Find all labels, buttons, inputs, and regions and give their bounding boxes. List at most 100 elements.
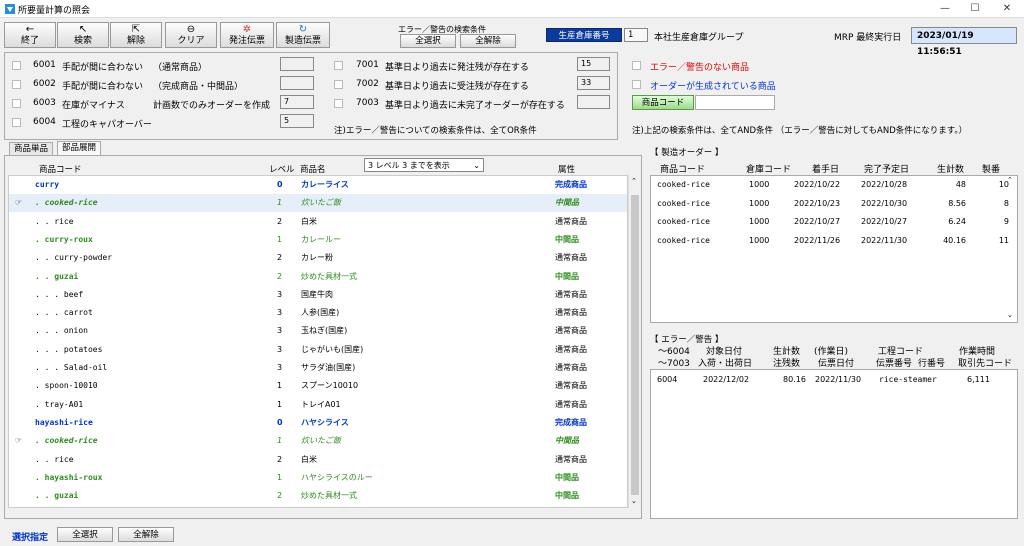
manufacturing-slip-button[interactable]: ↻ 製造伝票 xyxy=(276,22,330,48)
condition-6003-note: 計画数でのみオーダーを作成 xyxy=(153,101,271,111)
warehouse-number[interactable]: 1 xyxy=(624,28,648,42)
tree-row[interactable]: . tray-A01 1 トレイA01 通常商品 xyxy=(9,396,627,414)
tree-row-name: 炊いたご飯 xyxy=(301,198,341,208)
tree-scroll-thumb[interactable] xyxy=(631,195,639,495)
error-cell: 80.16 xyxy=(783,375,806,384)
err-h2-0: ～7003 xyxy=(658,359,690,369)
mfg-header-code: 商品コード xyxy=(660,165,706,175)
tree-row-name: 国産牛肉 xyxy=(301,289,333,299)
condition-6003-text: 在庫がマイナス xyxy=(62,101,125,111)
release-icon: ⇱ xyxy=(131,24,141,35)
refresh-icon: ↻ xyxy=(298,24,308,35)
tree-row[interactable]: . . rice 2 白米 通常商品 xyxy=(9,451,627,469)
condition-7003-checkbox[interactable] xyxy=(334,99,343,108)
tree-row-level: 3 xyxy=(277,289,283,299)
purchase-icon: ✲ xyxy=(242,24,252,35)
title-bar: 所要量計算の照会 — ☐ ✕ xyxy=(0,0,1024,18)
tree-row[interactable]: . . . onion 3 玉ねぎ(国産) 通常商品 xyxy=(9,322,627,340)
tree-row[interactable]: curry 0 カレーライス 完成商品 xyxy=(9,176,627,194)
col-header-code: 商品コード xyxy=(39,165,82,175)
condition-7003-text: 基準日より過去に未完了オーダーが存在する xyxy=(385,101,565,111)
mfg-order-cell: 6.24 xyxy=(948,217,966,226)
condition-7001-checkbox[interactable] xyxy=(334,61,343,70)
scroll-down-icon[interactable]: ⌄ xyxy=(631,497,637,505)
scroll-up-icon[interactable]: ⌃ xyxy=(631,177,637,185)
tree-row[interactable]: . curry-roux 1 カレールー 中間品 xyxy=(9,231,627,249)
tree-row[interactable]: . . guzai 2 炒めた具材一式 中間品 xyxy=(9,487,627,505)
tree-row-attr: 通常商品 xyxy=(555,454,587,464)
tree-row-name: トレイA01 xyxy=(301,399,341,409)
maximize-button[interactable]: ☐ xyxy=(960,2,990,16)
search-button[interactable]: ↖ 検索 xyxy=(57,22,109,48)
mfg-order-cell: 1000 xyxy=(749,217,770,226)
tree-row[interactable]: . spoon-10010 1 スプーン10010 通常商品 xyxy=(9,377,627,395)
error-row[interactable]: 6004 2022/12/02 80.16 2022/11/30 rice-steame… xyxy=(651,371,1017,389)
mfg-order-row[interactable]: cooked-rice 1000 2022/10/27 2022/10/27 6.24 9 xyxy=(651,213,1017,231)
mfg-order-cell: 2022/10/30 xyxy=(861,198,908,208)
tree-row-code: . . . potatoes xyxy=(35,344,103,354)
product-code-input[interactable] xyxy=(695,95,775,110)
tree-row[interactable]: . . . carrot 3 人参(国産) 通常商品 xyxy=(9,304,627,322)
error-cell: 6004 xyxy=(657,375,678,384)
condition-6004-checkbox[interactable] xyxy=(12,118,21,127)
warehouse-name: 本社生産倉庫グループ xyxy=(654,33,744,43)
tree-row[interactable]: . . . Salad-oil 3 サラダ油(国産) 通常商品 xyxy=(9,359,627,377)
minimize-button[interactable]: — xyxy=(930,2,960,16)
tree-row-code: . cooked-rice xyxy=(35,198,98,208)
no-error-checkbox[interactable] xyxy=(632,61,641,70)
tree-row[interactable]: ☞ . cooked-rice 1 炊いたご飯 中間品 xyxy=(9,194,627,213)
tree-row[interactable]: hayashi-rice 0 ハヤシライス 完成商品 xyxy=(9,414,627,432)
mfg-order-row[interactable]: cooked-rice 1000 2022/11/26 2022/11/30 40.16… xyxy=(651,232,1017,250)
condition-7002-checkbox[interactable] xyxy=(334,80,343,89)
condition-6002-checkbox[interactable] xyxy=(12,80,21,89)
mfg-order-row[interactable]: cooked-rice 1000 2022/10/22 2022/10/28 48 10 xyxy=(651,176,1017,194)
tab-parts-expansion[interactable]: 部品展開 xyxy=(57,141,102,156)
back-arrow-icon: ← xyxy=(25,24,35,35)
exit-button[interactable]: ← 終了 xyxy=(4,22,56,48)
mfg-order-cell: 48 xyxy=(955,180,966,189)
mfg-scroll-down-icon[interactable]: ⌄ xyxy=(1007,311,1013,319)
tree-row-code: . . . onion xyxy=(35,326,88,336)
errors-list[interactable]: 6004 2022/12/02 80.16 2022/11/30 rice-steame… xyxy=(650,369,1018,519)
tree-row-attr: 通常商品 xyxy=(555,381,587,391)
filter-select-all-button[interactable]: 全選択 xyxy=(400,34,456,48)
err-h2-2: 注残数 xyxy=(773,359,801,369)
tree-row[interactable]: . hayashi-roux 1 ハヤシライスのルー 中間品 xyxy=(9,469,627,487)
tree-row-code: . . . beef xyxy=(35,289,84,299)
footer-select-all-button[interactable]: 全選択 xyxy=(57,527,113,542)
tree-row[interactable]: . . curry-powder 2 カレー粉 通常商品 xyxy=(9,249,627,267)
tree-row-level: 2 xyxy=(277,491,283,501)
tree-row[interactable]: . . . beef 3 国産牛肉 通常商品 xyxy=(9,286,627,304)
tree-row-code: . . . carrot xyxy=(35,308,93,318)
tree-row-attr: 完成商品 xyxy=(555,180,587,189)
condition-7001-count: 15 xyxy=(577,57,610,71)
tree-list[interactable]: curry 0 カレーライス 完成商品 ☞. cooked-rice 1 炊いたご飯 中間品.… xyxy=(8,175,628,508)
mfg-order-cell: 11 xyxy=(998,235,1009,245)
tab-single-product[interactable]: 商品単品 xyxy=(9,142,54,156)
mfg-orders-list[interactable]: cooked-rice 1000 2022/10/22 2022/10/28 48 10 c… xyxy=(650,175,1018,323)
release-button[interactable]: ⇱ 解除 xyxy=(110,22,162,48)
condition-6003-checkbox[interactable] xyxy=(12,99,21,108)
mfg-order-cell: cooked-rice xyxy=(657,235,710,245)
mfg-scroll-up-icon[interactable]: ⌃ xyxy=(1007,176,1013,184)
footer-deselect-all-button[interactable]: 全解除 xyxy=(118,527,174,542)
purchase-slip-button[interactable]: ✲ 発注伝票 xyxy=(220,22,274,48)
condition-6001-checkbox[interactable] xyxy=(12,61,21,70)
condition-6003-code: 6003 xyxy=(33,98,56,108)
tree-row[interactable]: ☞ . cooked-rice 1 炊いたご飯 中間品 xyxy=(9,432,627,450)
close-button[interactable]: ✕ xyxy=(992,2,1022,16)
filter-deselect-all-button[interactable]: 全解除 xyxy=(460,34,516,48)
clear-button[interactable]: ⊖ クリア xyxy=(165,22,217,48)
mfg-header-lot: 製番 xyxy=(982,165,1001,175)
tree-row[interactable]: . . rice 2 白米 通常商品 xyxy=(9,213,627,231)
order-generated-checkbox[interactable] xyxy=(632,80,641,89)
tree-scrollbar[interactable]: ⌃ ⌄ xyxy=(628,175,640,508)
tree-row[interactable]: . . guzai 2 炒めた具材一式 中間品 xyxy=(9,268,627,286)
tree-row-name: ハヤシライスのルー xyxy=(301,472,373,482)
tree-row[interactable]: . . . potatoes 3 じゃがいも(国産) 通常商品 xyxy=(9,341,627,359)
order-generated-label: オーダーが生成されている商品 xyxy=(650,82,776,92)
mfg-header-end: 完了予定日 xyxy=(864,165,910,175)
mfg-order-row[interactable]: cooked-rice 1000 2022/10/23 2022/10/30 8.56 8 xyxy=(651,195,1017,213)
level-select[interactable]: 3 レベル 3 までを表示 ⌄ xyxy=(364,158,484,172)
mfg-header-warehouse: 倉庫コード xyxy=(746,165,792,175)
